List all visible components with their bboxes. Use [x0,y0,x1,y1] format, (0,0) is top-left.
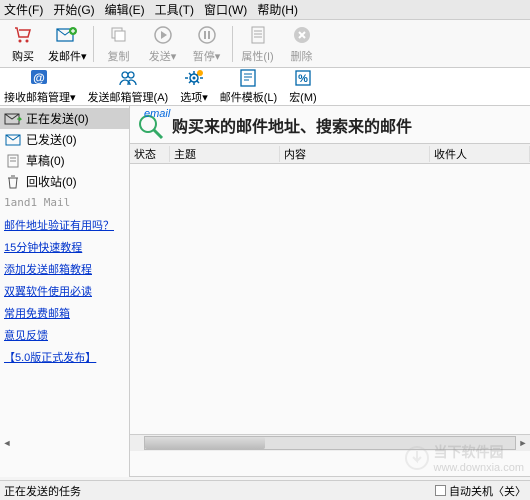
status-tasks: 正在发送的任务 [4,483,81,499]
play-icon [152,24,174,46]
secondary-toolbar: @ 接收邮箱管理▾ 发送邮箱管理(A) 选项▾ 邮件模板(L) % 宏(M) [0,68,530,106]
separator [93,26,94,62]
table-header: 状态 主题 内容 收件人 [130,144,530,164]
trash-icon [4,175,22,189]
banner-text: 购买来的邮件地址、搜索来的邮件 [172,113,412,137]
mail-plus-icon [56,24,78,46]
folder-label: 回收站(0) [26,173,77,190]
menu-start[interactable]: 开始(G) [53,1,94,18]
templates-label: 邮件模板(L) [220,89,277,105]
gear-icon [183,67,205,89]
menubar: 文件(F) 开始(G) 编辑(E) 工具(T) 窗口(W) 帮助(H) [0,0,530,20]
folder-sent[interactable]: 已发送(0) [0,129,129,150]
scroll-track[interactable] [144,436,516,450]
recv-manager-label: 接收邮箱管理▾ [4,89,76,105]
main-panel: email 购买来的邮件地址、搜索来的邮件 状态 主题 内容 收件人 ◄ ► [130,106,530,477]
menu-file[interactable]: 文件(F) [4,1,43,18]
pause-button[interactable]: 暂停▾ [188,22,226,66]
folder-label: 草稿(0) [26,152,65,169]
buy-label: 购买 [12,48,34,64]
delete-icon [291,24,313,46]
send-button[interactable]: 发送▾ [144,22,182,66]
macro-button[interactable]: % 宏(M) [289,67,317,105]
at-icon: @ [29,67,51,89]
help-links: 邮件地址验证有用吗？ 15分钟快速教程 添加发送邮箱教程 双翼软件使用必读 常用… [0,211,129,371]
statusbar: 正在发送的任务 自动关机〈关〉 [0,480,530,500]
sidebar: 正在发送(0) 已发送(0) 草稿(0) 回收站(0) 1and1 Mail 邮… [0,106,130,477]
scroll-right-icon[interactable]: ► [516,436,530,450]
folder-draft[interactable]: 草稿(0) [0,150,129,171]
col-content[interactable]: 内容 [280,146,430,162]
send-manager-label: 发送邮箱管理(A) [88,89,169,105]
link-add-mailbox[interactable]: 添加发送邮箱教程 [4,261,125,277]
scroll-left-icon[interactable]: ◄ [0,436,14,450]
pause-icon [196,24,218,46]
recv-manager-button[interactable]: @ 接收邮箱管理▾ [4,67,76,105]
templates-button[interactable]: 邮件模板(L) [220,67,277,105]
link-release[interactable]: 【5.0版正式发布】 [4,349,125,365]
table-body [130,164,530,435]
menu-edit[interactable]: 编辑(E) [105,1,145,18]
link-tutorial[interactable]: 15分钟快速教程 [4,239,125,255]
email-tag: email [144,108,170,120]
status-shutdown: 自动关机〈关〉 [449,483,526,499]
cart-icon [12,24,34,46]
svg-text:@: @ [33,71,45,85]
folder-label: 已发送(0) [26,131,77,148]
scroll-thumb[interactable] [145,437,265,449]
props-button[interactable]: 属性(I) [239,22,277,66]
copy-icon [108,24,130,46]
draft-icon [4,154,22,168]
pause-label: 暂停▾ [193,48,221,64]
svg-text:%: % [298,73,308,85]
link-validation[interactable]: 邮件地址验证有用吗？ [4,217,125,233]
delete-button[interactable]: 删除 [283,22,321,66]
menu-window[interactable]: 窗口(W) [204,1,247,18]
link-must-read[interactable]: 双翼软件使用必读 [4,283,125,299]
search-email-icon: email [136,110,166,140]
send-manager-button[interactable]: 发送邮箱管理(A) [88,67,169,105]
folder-label: 正在发送(0) [26,110,89,127]
copy-label: 复制 [108,48,130,64]
send-label: 发送▾ [149,48,177,64]
link-feedback[interactable]: 意见反馈 [4,327,125,343]
banner: email 购买来的邮件地址、搜索来的邮件 [130,106,530,144]
col-subject[interactable]: 主题 [170,146,280,162]
buy-button[interactable]: 购买 [4,22,42,66]
menu-tools[interactable]: 工具(T) [155,1,194,18]
account-label: 1and1 Mail [0,194,129,211]
folder-trash[interactable]: 回收站(0) [0,171,129,192]
menu-help[interactable]: 帮助(H) [257,1,298,18]
folder-sending[interactable]: 正在发送(0) [0,108,129,129]
send-mail-button[interactable]: 发邮件▾ [48,22,87,66]
props-label: 属性(I) [241,48,273,64]
link-free-mail[interactable]: 常用免费邮箱 [4,305,125,321]
main-toolbar: 购买 发邮件▾ 复制 发送▾ 暂停▾ 属性(I) 删除 [0,20,530,68]
send-mail-label: 发邮件▾ [48,48,87,64]
col-recipient[interactable]: 收件人 [430,146,530,162]
horizontal-scrollbar[interactable]: ◄ ► [130,435,530,451]
properties-icon [247,24,269,46]
mail-icon [4,133,22,147]
mail-send-icon [4,112,22,126]
folder-list: 正在发送(0) 已发送(0) 草稿(0) 回收站(0) [0,106,129,194]
macro-label: 宏(M) [289,89,317,105]
separator [232,26,233,62]
options-label: 选项▾ [180,89,208,105]
options-button[interactable]: 选项▾ [180,67,208,105]
percent-icon: % [292,67,314,89]
delete-label: 删除 [291,48,313,64]
copy-button[interactable]: 复制 [100,22,138,66]
auto-shutdown-checkbox[interactable] [435,485,446,496]
users-icon [117,67,139,89]
template-icon [237,67,259,89]
col-status[interactable]: 状态 [130,146,170,162]
lower-panel [130,451,530,477]
